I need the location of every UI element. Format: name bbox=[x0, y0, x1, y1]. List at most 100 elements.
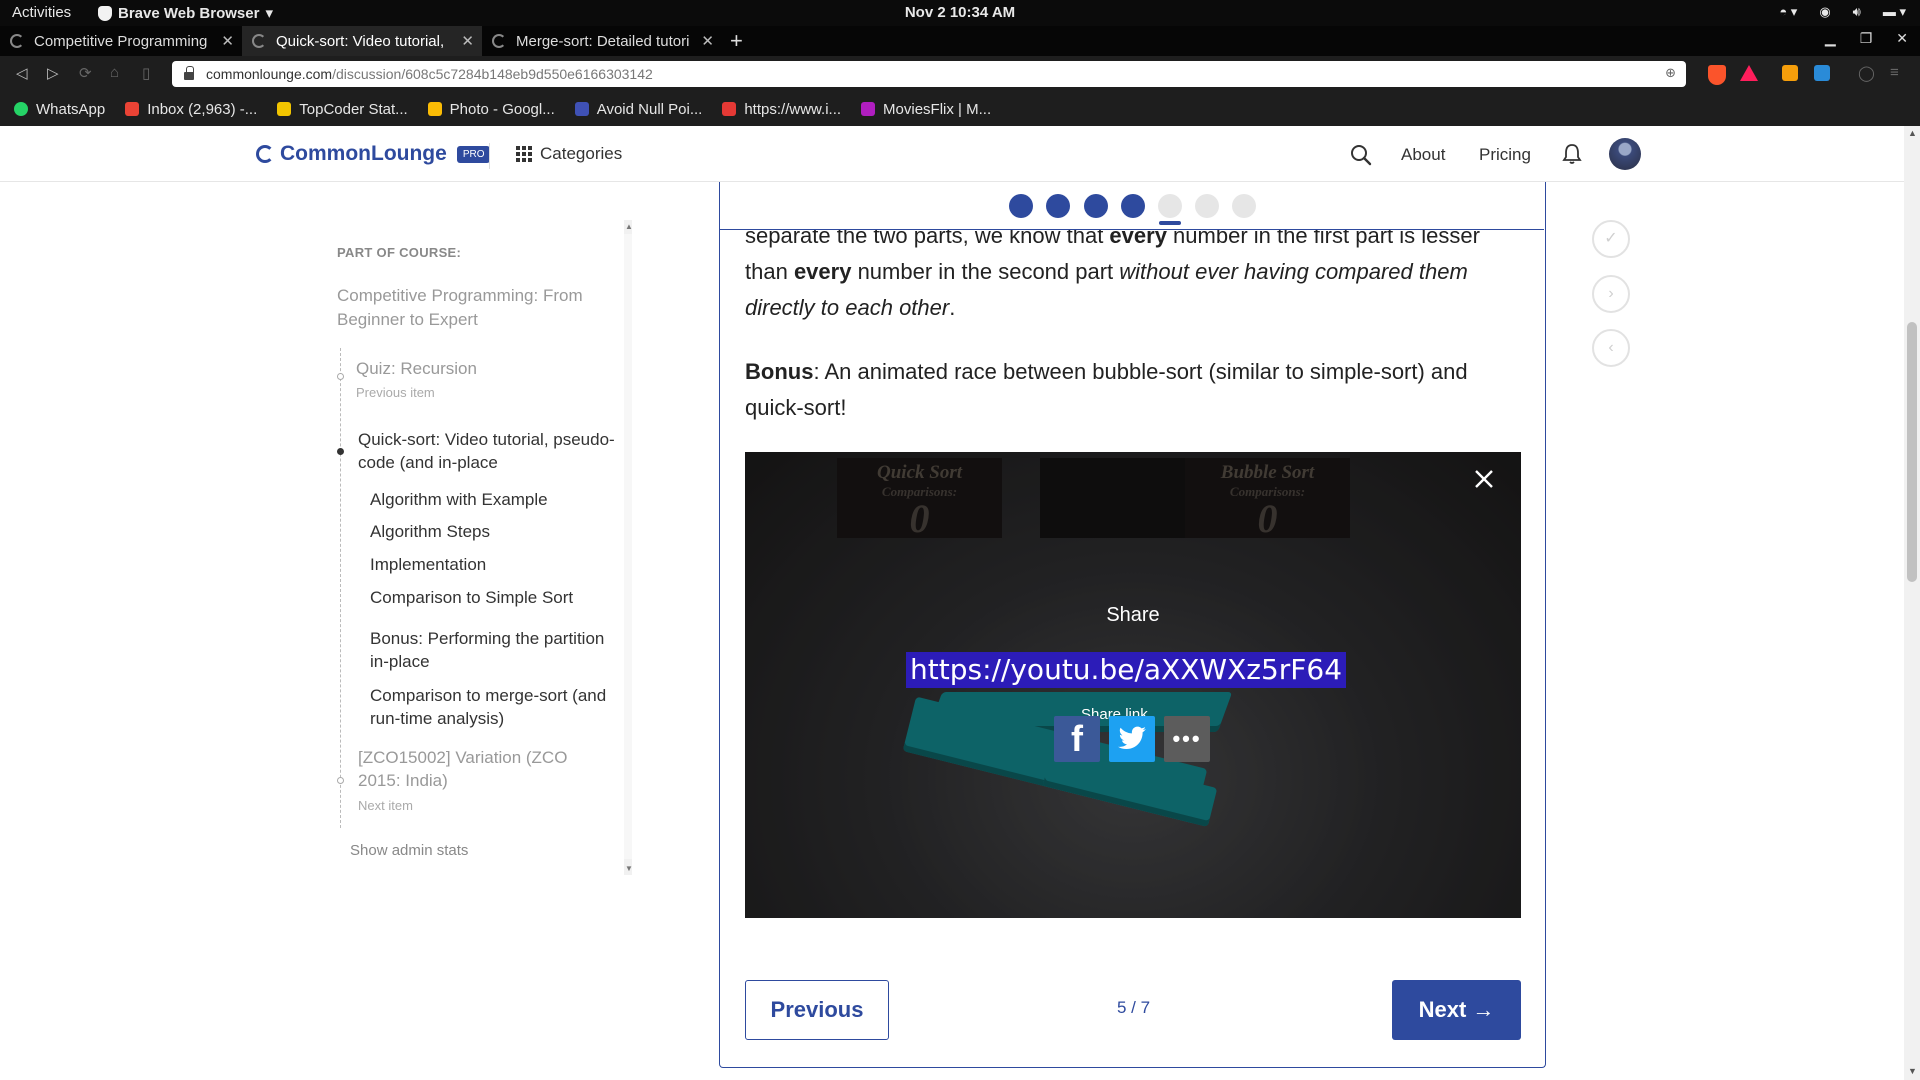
sidebar-scrollbar[interactable]: ▲ ▼ bbox=[624, 220, 633, 875]
pro-badge: PRO bbox=[456, 145, 491, 163]
system-tray[interactable]: ◓ ▾ ◉ 🔊︎ ▬ ▾ bbox=[1779, 4, 1906, 20]
about-link[interactable]: About bbox=[1401, 145, 1445, 165]
activities-button[interactable]: Activities bbox=[12, 4, 71, 21]
scroll-up-icon[interactable]: ▲ bbox=[625, 222, 633, 231]
extension-icon[interactable] bbox=[1814, 65, 1830, 81]
section-link[interactable]: Comparison to merge-sort (and run-time a… bbox=[370, 684, 620, 730]
progress-dot-7[interactable] bbox=[1232, 194, 1256, 218]
bookmark-label: Avoid Null Poi... bbox=[596, 100, 703, 118]
address-bar[interactable]: commonlounge.com/discussion/608c5c7284b1… bbox=[172, 61, 1686, 87]
pricing-link[interactable]: Pricing bbox=[1479, 145, 1531, 165]
next-item-link[interactable]: [ZCO15002] Variation (ZCO 2015: India) bbox=[358, 746, 598, 792]
site-icon bbox=[861, 102, 876, 116]
drive-icon bbox=[277, 102, 292, 116]
restore-icon[interactable]: ❐ bbox=[1860, 30, 1873, 47]
course-sidebar: PART OF COURSE: Competitive Programming:… bbox=[336, 220, 636, 875]
minimize-icon[interactable]: ▁ bbox=[1825, 30, 1836, 47]
url-path: /discussion/608c5c7284b148eb9d550e616630… bbox=[332, 66, 653, 82]
current-item[interactable]: Quick-sort: Video tutorial, pseudo-code … bbox=[358, 428, 618, 474]
section-link[interactable]: Comparison to Simple Sort bbox=[370, 586, 620, 609]
progress-dot-4[interactable] bbox=[1121, 194, 1145, 218]
next-button[interactable]: Next → bbox=[1392, 980, 1521, 1040]
video-player[interactable]: Quick Sort Comparisons: 0 Bubble Sort Co… bbox=[745, 452, 1521, 918]
tab-merge-sort[interactable]: Merge-sort: Detailed tutori ✕ bbox=[482, 26, 722, 56]
scroll-thumb[interactable] bbox=[1907, 322, 1917, 582]
site-header: CommonLounge PRO Categories About Pricin… bbox=[0, 126, 1904, 182]
progress-dots bbox=[720, 182, 1544, 230]
categories-menu[interactable]: Categories bbox=[516, 144, 622, 164]
more-share-options-button[interactable]: ••• bbox=[1164, 716, 1210, 762]
bookmark-photo[interactable]: Photo - Googl... bbox=[427, 100, 555, 118]
tab-title: Competitive Programming bbox=[34, 32, 208, 50]
app-menu[interactable]: Brave Web Browser ▾ bbox=[98, 4, 273, 22]
close-icon[interactable]: ✕ bbox=[701, 32, 714, 50]
tab-competitive-programming[interactable]: Competitive Programming ✕ bbox=[0, 26, 242, 56]
progress-dot-2[interactable] bbox=[1046, 194, 1070, 218]
bookmark-https[interactable]: https://www.i... bbox=[722, 101, 841, 118]
network-icon: ◉ bbox=[1819, 4, 1831, 19]
progress-dot-1[interactable] bbox=[1009, 194, 1033, 218]
categories-label: Categories bbox=[540, 144, 623, 163]
part-of-course-label: PART OF COURSE: bbox=[337, 245, 462, 260]
clock[interactable]: Nov 2 10:34 AM bbox=[905, 4, 1015, 21]
forward-icon[interactable]: ▷ bbox=[47, 64, 59, 82]
tab-quick-sort[interactable]: Quick-sort: Video tutorial, ✕ bbox=[242, 26, 482, 56]
bookmark-label: Photo - Googl... bbox=[449, 100, 555, 118]
bookmark-label: Inbox (2,963) -... bbox=[147, 100, 258, 118]
profile-icon[interactable]: ◯ bbox=[1858, 64, 1875, 82]
show-admin-stats-link[interactable]: Show admin stats bbox=[350, 842, 468, 859]
scroll-down-icon[interactable]: ▼ bbox=[625, 864, 633, 873]
extension-icon[interactable] bbox=[1782, 65, 1798, 81]
tree-node bbox=[337, 777, 344, 784]
bell-icon[interactable] bbox=[1562, 143, 1582, 170]
course-title-link[interactable]: Competitive Programming: From Beginner t… bbox=[337, 284, 617, 332]
twitter-share-button[interactable] bbox=[1109, 716, 1155, 762]
page-scrollbar[interactable]: ▲ ▼ bbox=[1904, 126, 1920, 1080]
back-icon[interactable]: ◁ bbox=[16, 64, 28, 82]
close-window-icon[interactable]: ✕ bbox=[1896, 30, 1908, 47]
bookmark-whatsapp[interactable]: WhatsApp bbox=[14, 101, 105, 118]
scroll-thumb[interactable] bbox=[624, 234, 632, 859]
whatsapp-icon bbox=[14, 102, 28, 116]
logo-mark-icon bbox=[256, 145, 274, 163]
search-icon[interactable] bbox=[1350, 144, 1372, 171]
brave-shields-icon[interactable] bbox=[1708, 65, 1726, 85]
app-name: Brave Web Browser bbox=[118, 4, 260, 22]
commonlounge-logo[interactable]: CommonLounge PRO bbox=[256, 142, 491, 166]
new-tab-icon[interactable]: + bbox=[730, 28, 743, 54]
avatar[interactable] bbox=[1609, 138, 1641, 170]
previous-item-link[interactable]: Quiz: Recursion bbox=[356, 357, 477, 380]
scroll-up-icon[interactable]: ▲ bbox=[1908, 128, 1917, 138]
site-icon bbox=[574, 102, 589, 116]
bookmark-moviesflix[interactable]: MoviesFlix | M... bbox=[861, 101, 991, 118]
previous-item-caption: Previous item bbox=[356, 385, 435, 400]
scroll-down-icon[interactable]: ▼ bbox=[1908, 1066, 1917, 1076]
next-arrow-button[interactable]: › bbox=[1592, 275, 1630, 313]
share-title: Share bbox=[1106, 604, 1160, 626]
facebook-share-button[interactable]: f bbox=[1054, 716, 1100, 762]
reload-icon[interactable]: ⟳ bbox=[79, 64, 92, 82]
loading-icon bbox=[10, 34, 24, 48]
bookmark-topcoder[interactable]: TopCoder Stat... bbox=[277, 101, 408, 118]
brave-rewards-icon[interactable] bbox=[1740, 65, 1758, 81]
previous-arrow-button[interactable]: ‹ bbox=[1592, 329, 1630, 367]
progress-dot-6[interactable] bbox=[1195, 194, 1219, 218]
home-icon[interactable]: ⌂ bbox=[110, 64, 119, 81]
close-icon[interactable]: ✕ bbox=[221, 32, 234, 50]
close-icon[interactable]: ✕ bbox=[461, 32, 474, 50]
progress-dot-3[interactable] bbox=[1084, 194, 1108, 218]
progress-dot-5[interactable] bbox=[1158, 194, 1182, 218]
bookmark-avoid-null[interactable]: Avoid Null Poi... bbox=[574, 100, 703, 118]
zoom-icon[interactable]: ⊕ bbox=[1665, 65, 1676, 81]
menu-icon[interactable]: ≡ bbox=[1890, 64, 1899, 81]
section-link[interactable]: Bonus: Performing the partition in-place bbox=[370, 627, 620, 673]
section-link[interactable]: Algorithm with Example bbox=[370, 488, 620, 511]
close-icon[interactable] bbox=[1471, 466, 1497, 492]
section-link[interactable]: Algorithm Steps bbox=[370, 520, 620, 543]
chevron-down-icon: ▾ bbox=[265, 5, 273, 22]
bookmark-inbox[interactable]: Inbox (2,963) -... bbox=[125, 101, 257, 118]
section-link[interactable]: Implementation bbox=[370, 553, 620, 576]
mark-complete-button[interactable]: ✓ bbox=[1592, 220, 1630, 258]
share-url-field[interactable]: https://youtu.be/aXXWXz5rF64 bbox=[906, 652, 1347, 688]
bookmark-icon[interactable]: ▯ bbox=[142, 64, 150, 82]
